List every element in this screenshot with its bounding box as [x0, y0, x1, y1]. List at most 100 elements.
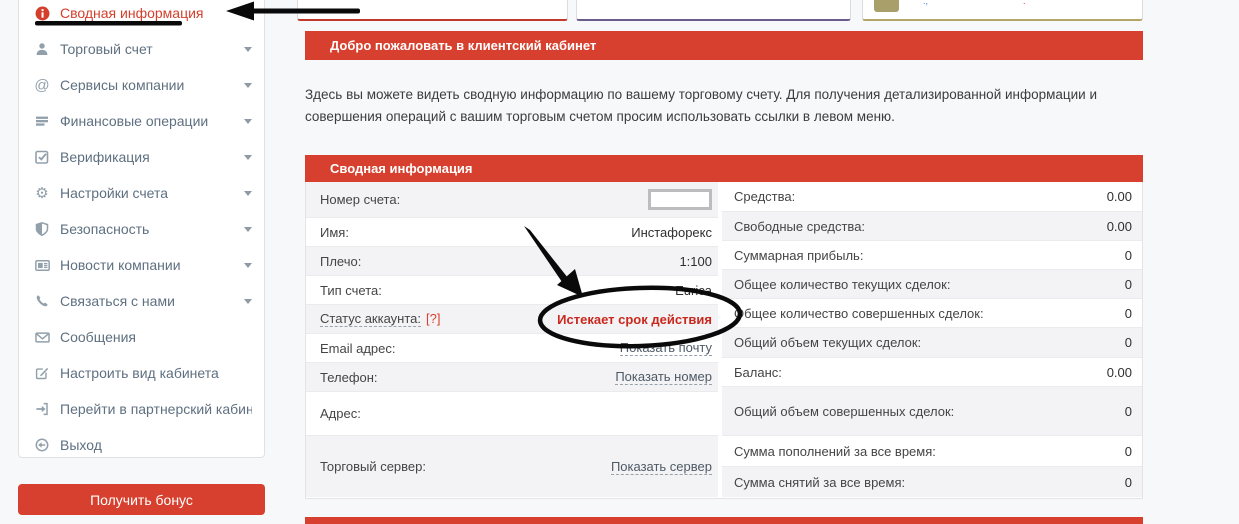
- sidebar-item-label: Настроить вид кабинета: [60, 365, 219, 381]
- table-row: Адрес:: [306, 391, 718, 435]
- row-label: Адрес:: [320, 406, 361, 421]
- chevron-down-icon: [244, 155, 252, 160]
- help-icon[interactable]: [?]: [426, 311, 440, 326]
- sidebar-item-1[interactable]: Сводная информация: [19, 0, 264, 31]
- sidebar-item-label: Сводная информация: [60, 5, 204, 21]
- row-label: Телефон:: [320, 370, 378, 385]
- top-card-referral-link[interactable]: www.ifxglobe.com/?x=PGRQ: [576, 0, 851, 21]
- intro-text: Здесь вы можете видеть сводную информаци…: [305, 84, 1117, 128]
- table-row: Сумма пополнений за все время: 0: [722, 435, 1142, 466]
- sidebar-item-label: Верификация: [60, 149, 150, 165]
- sidebar-item-label: Связаться с нами: [60, 293, 175, 309]
- top-card-account[interactable]: [297, 0, 568, 21]
- table-row: Телефон: Показать номер: [306, 362, 718, 391]
- list-icon: [34, 113, 50, 129]
- sidebar-item-10[interactable]: Сообщения: [19, 319, 264, 355]
- row-label: Сумма пополнений за все время:: [734, 444, 936, 459]
- row-label: Общий объем текущих сделок:: [734, 335, 921, 350]
- table-row: Сумма снятий за все время: 0: [722, 466, 1142, 497]
- row-label: Свободные средства:: [734, 219, 865, 234]
- table-row: Номер счета:: [306, 182, 718, 217]
- row-label: Средства:: [734, 189, 795, 204]
- row-label: Торговый сервер:: [320, 459, 426, 474]
- row-label[interactable]: Статус аккаунта:: [320, 311, 421, 327]
- row-label: Суммарная прибыль:: [734, 248, 863, 263]
- reveal-link[interactable]: Показать сервер: [611, 459, 712, 475]
- row-label: Общее количество текущих сделок:: [734, 277, 950, 292]
- row-value: 0: [1125, 248, 1132, 263]
- chevron-down-icon: [244, 119, 252, 124]
- sidebar-item-label: Выход: [60, 437, 102, 453]
- table-row: Плечо:1:100: [306, 246, 718, 275]
- sidebar-item-3[interactable]: @ Сервисы компании: [19, 67, 264, 103]
- sidebar-item-label: Сервисы компании: [60, 77, 184, 93]
- chevron-down-icon: [244, 191, 252, 196]
- row-label: Номер счета:: [320, 192, 400, 207]
- sign-in-icon: [34, 401, 50, 417]
- row-value: 0: [1125, 335, 1132, 350]
- edit-icon: [34, 365, 50, 381]
- sidebar-item-label: Сообщения: [60, 329, 136, 345]
- sidebar-item-label: Новости компании: [60, 257, 181, 273]
- next-section-banner-partial: [305, 517, 1143, 524]
- sidebar-item-2[interactable]: Торговый счет: [19, 31, 264, 67]
- table-row: Тип счета:Eurica: [306, 275, 718, 304]
- reveal-link[interactable]: Показать номер: [615, 369, 712, 385]
- sidebar-item-5[interactable]: Верификация: [19, 139, 264, 175]
- row-value: Eurica: [675, 283, 712, 298]
- table-row: Общий объем совершенных сделок:0: [722, 386, 1142, 435]
- summary-banner: Сводная информация: [305, 155, 1143, 182]
- row-value: 0: [1125, 306, 1132, 321]
- user-icon: [34, 41, 50, 57]
- row-value: 0.00: [1107, 365, 1132, 380]
- row-label: Общий объем совершенных сделок:: [734, 404, 954, 419]
- sidebar-item-label: Перейти в партнерский кабинет: [60, 401, 252, 417]
- at-icon: @: [34, 77, 50, 93]
- row-value: 0: [1125, 277, 1132, 292]
- info-icon: [34, 5, 50, 21]
- table-row: Общее количество совершенных сделок:0: [722, 298, 1142, 327]
- table-row: Средства: 0.00: [722, 182, 1142, 211]
- sidebar-item-4[interactable]: Финансовые операции: [19, 103, 264, 139]
- table-row: Общий объем текущих сделок: 0: [722, 327, 1142, 357]
- get-bonus-button[interactable]: Получить бонус: [18, 484, 265, 515]
- sidebar-item-label: Настройки счета: [60, 185, 168, 201]
- reveal-link[interactable]: Показать почту: [620, 340, 712, 356]
- sidebar-item-label: Торговый счет: [60, 41, 153, 57]
- table-row: Суммарная прибыль: 0: [722, 240, 1142, 269]
- sidebar-item-6[interactable]: ⚙ Настройки счета: [19, 175, 264, 211]
- table-row: Баланс:0.00: [722, 357, 1142, 386]
- sidebar-menu: Сводная информация Торговый счет @ Сервисы …: [19, 0, 264, 463]
- sidebar-item-11[interactable]: Настроить вид кабинета: [19, 355, 264, 391]
- row-value: 0: [1125, 444, 1132, 459]
- table-row: Свободные средства:0.00: [722, 211, 1142, 240]
- partner-text-fragment: .: [1023, 0, 1026, 6]
- gear-icon: ⚙: [34, 185, 50, 201]
- row-value: Истекает срок действия: [557, 312, 712, 327]
- table-row: Статус аккаунта: [?] Истекает срок действи…: [306, 304, 718, 333]
- sidebar-item-7[interactable]: Безопасность: [19, 211, 264, 247]
- sidebar-item-9[interactable]: Связаться с нами: [19, 283, 264, 319]
- table-row: Общее количество текущих сделок: 0: [722, 269, 1142, 298]
- row-label: Плечо:: [320, 254, 361, 269]
- table-row: Торговый сервер: Показать сервер: [306, 435, 718, 497]
- partner-text-fragment: .,: [923, 0, 928, 6]
- row-label: Сумма снятий за все время:: [734, 475, 905, 490]
- phone-icon: [34, 293, 50, 309]
- logout-icon: [34, 437, 50, 453]
- sidebar-item-13[interactable]: Выход: [19, 427, 264, 463]
- chevron-down-icon: [244, 47, 252, 52]
- sidebar-item-12[interactable]: Перейти в партнерский кабинет: [19, 391, 264, 427]
- summary-table-left: Номер счета:Имя:ИнстафорексПлечо:1:100Ти…: [306, 182, 718, 498]
- row-value: Инстафорекс: [631, 225, 712, 240]
- welcome-banner: Добро пожаловать в клиентский кабинет: [305, 31, 1143, 60]
- chevron-down-icon: [244, 83, 252, 88]
- chevron-down-icon: [244, 263, 252, 268]
- row-value: 0: [1125, 475, 1132, 490]
- sidebar-item-8[interactable]: Новости компании: [19, 247, 264, 283]
- redacted-account-number: [648, 189, 712, 210]
- chevron-down-icon: [244, 227, 252, 232]
- top-card-partner[interactable]: ., .: [862, 0, 1143, 21]
- row-value: 0.00: [1107, 189, 1132, 204]
- table-row: Email адрес:Показать почту: [306, 333, 718, 362]
